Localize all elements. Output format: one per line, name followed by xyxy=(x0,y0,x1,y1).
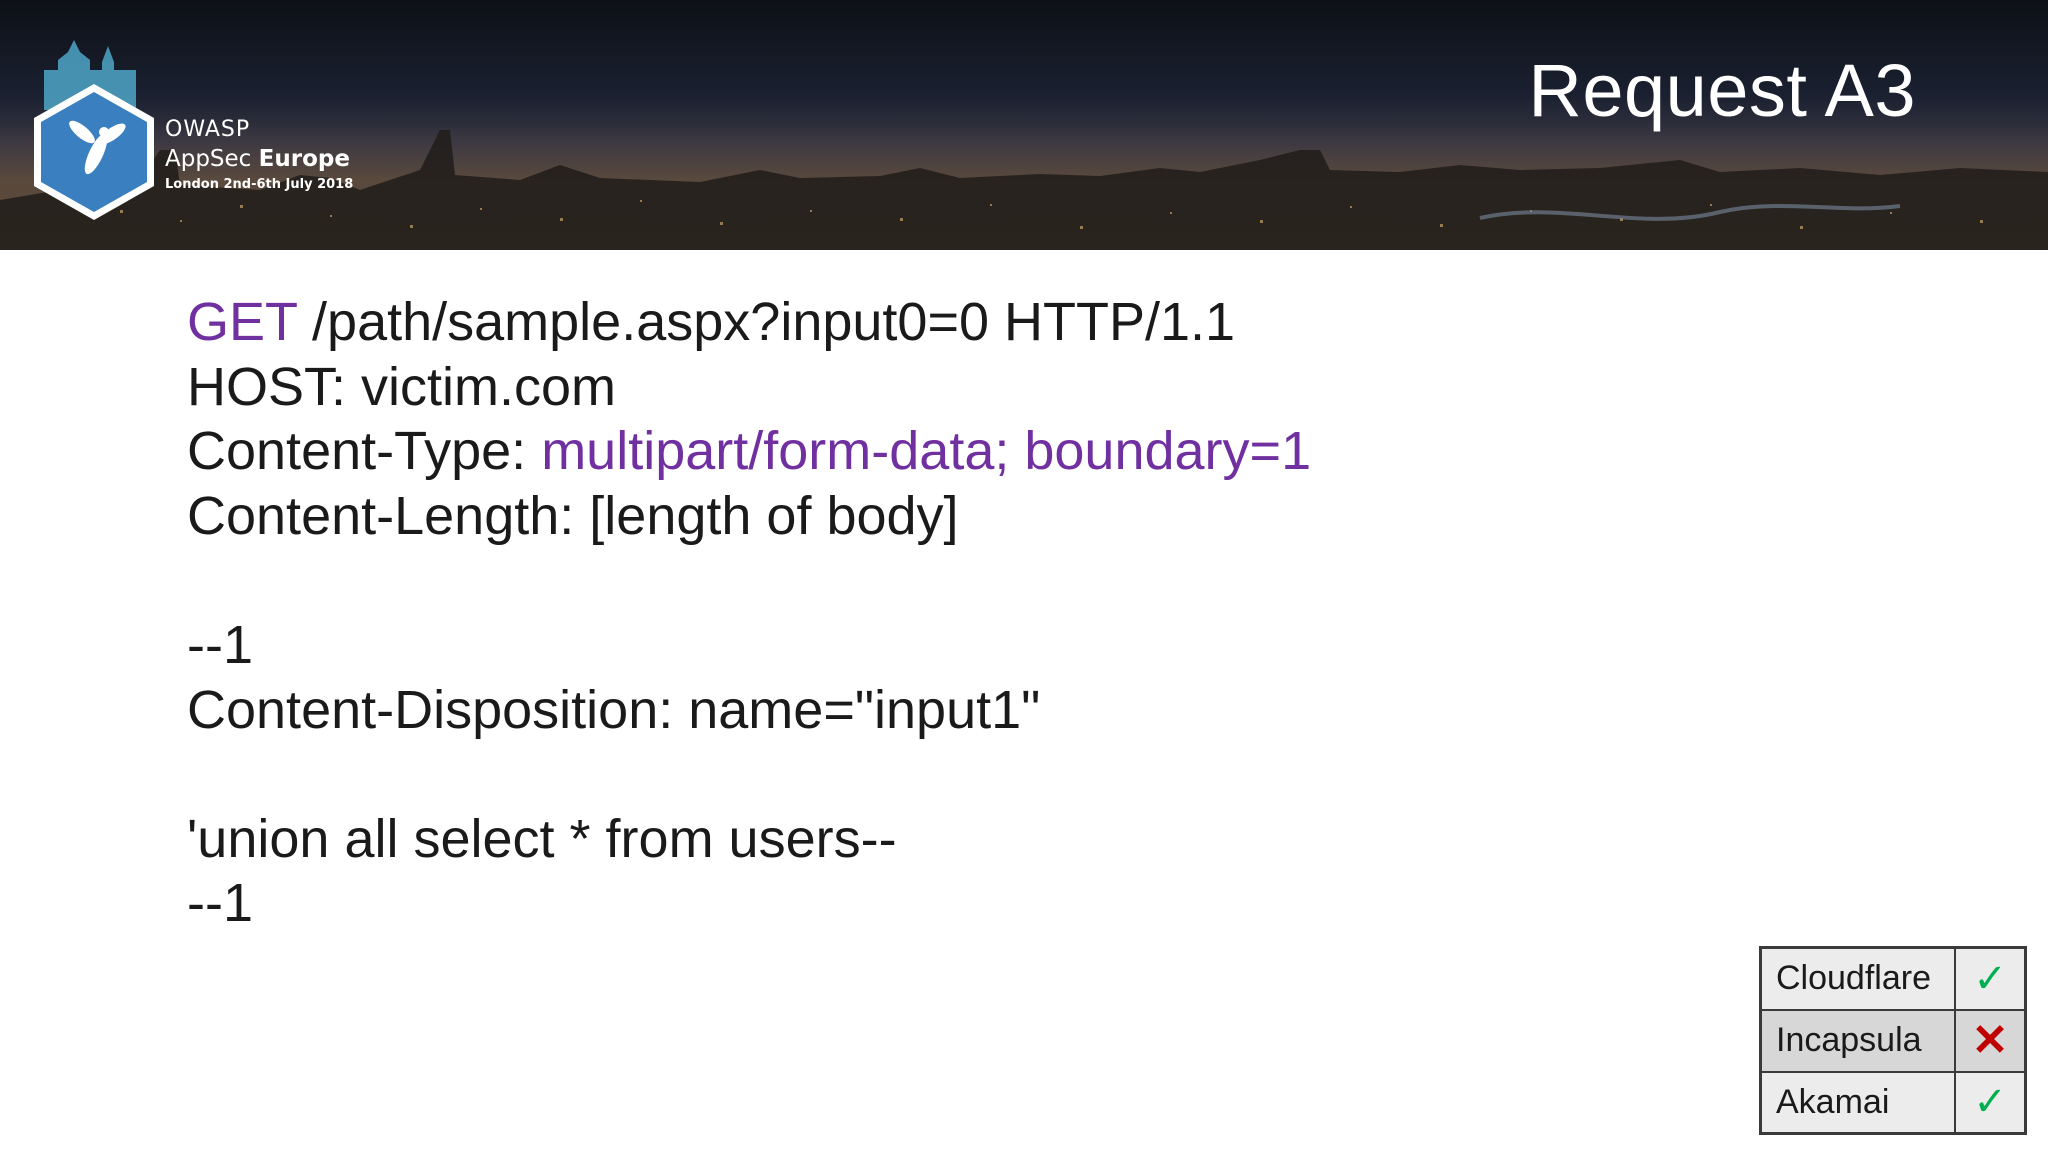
logo-text: OWASP AppSec Europe London 2nd-6th July … xyxy=(165,116,353,196)
logo-dates: London 2nd-6th July 2018 xyxy=(165,177,354,192)
http-request-text: GET /path/sample.aspx?input0=0 HTTP/1.1 … xyxy=(187,290,1687,936)
vendor-name: Cloudflare xyxy=(1759,946,1957,1011)
host-header-line: HOST: victim.com xyxy=(187,356,617,417)
owasp-appsec-logo: OWASP AppSec Europe London 2nd-6th July … xyxy=(24,22,384,232)
slide-title: Request A3 xyxy=(1528,49,1916,132)
results-row-cloudflare: Cloudflare ✓ xyxy=(1759,946,2027,1011)
check-icon: ✓ xyxy=(1954,946,2027,1011)
content-length-line: Content-Length: [length of body] xyxy=(187,485,959,546)
request-line-rest: /path/sample.aspx?input0=0 HTTP/1.1 xyxy=(297,292,1236,352)
logo-org: OWASP xyxy=(165,117,251,142)
waf-results-table: Cloudflare ✓ Incapsula ✕ Akamai ✓ xyxy=(1759,946,2027,1135)
content-type-label: Content-Type: xyxy=(187,421,542,482)
logo-event: AppSec Europe xyxy=(165,144,353,174)
results-row-akamai: Akamai ✓ xyxy=(1759,1070,2027,1135)
header-banner: OWASP AppSec Europe London 2nd-6th July … xyxy=(0,0,2048,250)
cross-icon: ✕ xyxy=(1954,1008,2027,1073)
http-method: GET xyxy=(187,292,298,352)
content-type-value: multipart/form-data; boundary=1 xyxy=(541,421,1312,482)
results-row-incapsula: Incapsula ✕ xyxy=(1759,1008,2027,1073)
logo-event-prefix: AppSec xyxy=(165,146,252,172)
content-disposition-line: Content-Disposition: name="input1" xyxy=(187,679,1041,740)
check-icon-glyph: ✓ xyxy=(1973,1080,2007,1125)
boundary-close-line: --1 xyxy=(187,873,253,934)
vendor-name: Akamai xyxy=(1759,1070,1957,1135)
wasp-hexagon-icon xyxy=(34,40,154,220)
logo-event-suffix: Europe xyxy=(258,146,350,172)
check-icon-glyph: ✓ xyxy=(1973,956,2007,1001)
check-icon: ✓ xyxy=(1954,1070,2027,1135)
request-line: GET /path/sample.aspx?input0=0 HTTP/1.1 xyxy=(187,290,1687,355)
vendor-name: Incapsula xyxy=(1759,1008,1957,1073)
boundary-open-line: --1 xyxy=(187,614,253,675)
content-type-line: Content-Type: multipart/form-data; bound… xyxy=(187,419,1687,484)
cross-icon-glyph: ✕ xyxy=(1971,1016,2009,1065)
payload-line: 'union all select * from users-- xyxy=(187,808,897,869)
